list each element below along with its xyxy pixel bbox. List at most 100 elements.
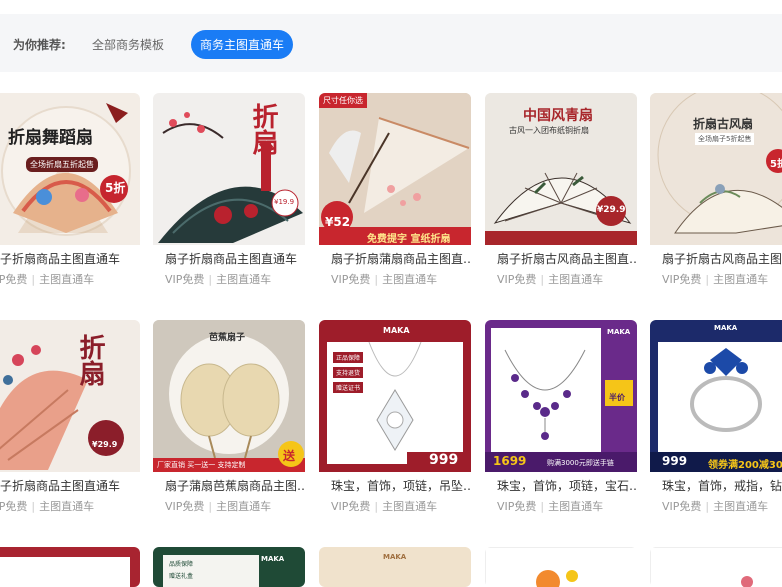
character-illustration <box>536 570 578 587</box>
channel-label: 主图直通车 <box>216 273 272 286</box>
thumb-heading: 折扇古风扇 <box>693 117 754 131</box>
brand-logo: MAKA <box>383 326 410 335</box>
template-card[interactable] <box>650 547 782 587</box>
template-thumbnail: 折扇古风扇 全场扇子5折起售 5折 <box>650 93 782 245</box>
brand-logo: MAKA <box>714 324 738 332</box>
channel-label: 主图直通车 <box>713 500 769 513</box>
thumb-price-badge: 1699 <box>493 454 527 468</box>
thumb-price-badge: ¥29.9 <box>92 440 118 449</box>
thumb-label: 品质保障 <box>169 561 194 568</box>
template-card[interactable]: 芭蕉扇子 厂家直销 买一送一 支持定制 送 扇子蒲扇芭蕉扇商品主图直通车 VIP… <box>153 320 305 516</box>
thumb-heading: 折扇 <box>248 103 278 155</box>
vip-label: VIP免费 <box>497 500 537 513</box>
template-title: 珠宝，首饰，项链，宝石主图 <box>497 479 637 493</box>
channel-label: 主图直通车 <box>548 500 604 513</box>
thumb-promo: 领券满200减30 <box>708 460 782 471</box>
template-thumbnail: MAKA 999 领券满200减30 <box>650 320 782 472</box>
template-card[interactable]: 折扇古风扇 全场扇子5折起售 5折 扇子折扇古风商品主图直通车 VIP免费|主图… <box>650 93 782 289</box>
template-thumbnail: 品质保障 赠送礼盒 MAKA <box>153 547 305 587</box>
vip-label: VIP免费 <box>331 273 371 286</box>
template-card[interactable]: 中国风青扇 古风一入团布纸铜折扇 ¥29.9 扇子折扇古风商品主图直通车 VIP… <box>485 93 637 289</box>
vip-label: VIP免费 <box>0 273 28 286</box>
template-title: 扇子折扇商品主图直通车 <box>165 252 298 266</box>
template-card[interactable] <box>485 547 637 587</box>
fan-illustration <box>0 320 140 472</box>
template-meta: VIP免费|主图直通车 <box>331 500 438 513</box>
template-thumbnail: MAKA <box>319 547 471 587</box>
template-title: 扇子折扇古风商品主图直通车 <box>662 252 782 266</box>
template-thumbnail: MAKA 半价 1699 购满3000元即送手链 <box>485 320 637 472</box>
template-thumbnail: 折扇 ¥29.9 <box>0 320 140 472</box>
thumb-label: 赠送礼盒 <box>169 573 194 580</box>
brand-logo: MAKA <box>261 555 285 563</box>
template-thumbnail: MAKA 正品保障 支持退货 赠送证书 999 <box>319 320 471 472</box>
thumb-price-badge: 5折 <box>105 181 126 195</box>
template-card[interactable]: MAKA <box>319 547 471 587</box>
thumb-panel <box>0 557 130 587</box>
top-strip <box>0 0 782 12</box>
template-title: 扇子折扇古风商品主图直通车 <box>497 252 637 266</box>
template-meta: VIP免费|主图直通车 <box>331 273 438 286</box>
filter-option-main-image[interactable]: 商务主图直通车 <box>191 30 294 59</box>
template-meta: VIP免费|主图直通车 <box>165 273 272 286</box>
thumb-side-badge: 半价 <box>609 393 625 402</box>
channel-label: 主图直通车 <box>216 500 272 513</box>
thumb-label: 赠送证书 <box>333 382 364 393</box>
template-card[interactable]: 品质保障 赠送礼盒 MAKA <box>153 547 305 587</box>
template-card[interactable]: 折扇舞蹈扇 全场折扇五折起售 5折 扇子折扇商品主图直通车 VIP免费|主图直通… <box>0 93 140 289</box>
filter-label: 为你推荐: <box>13 38 66 52</box>
fan-illustration <box>153 93 305 245</box>
template-title: 珠宝，首饰，戒指，钻石主图 <box>662 479 782 493</box>
thumb-price-badge: ¥29.9 <box>597 205 626 215</box>
template-meta: VIP免费|主图直通车 <box>0 498 94 514</box>
channel-label: 主图直通车 <box>548 273 604 286</box>
template-thumbnail <box>485 547 637 587</box>
template-thumbnail <box>650 547 782 587</box>
decor-illustration <box>741 576 753 587</box>
template-card[interactable]: 尺寸任你选 免费提字 宣纸折扇 ¥52 扇子折扇蒲扇商品主图直通车 VIP免费|… <box>319 93 471 289</box>
thumb-price-badge: 999 <box>429 452 459 468</box>
thumb-price-badge: 999 <box>662 454 688 468</box>
template-card[interactable]: MAKA 999 领券满200减30 珠宝，首饰，戒指，钻石主图 VIP免费|主… <box>650 320 782 516</box>
thumb-price-badge: 5折 <box>770 159 782 170</box>
vip-label: VIP免费 <box>662 500 702 513</box>
thumb-subheading: 古风一入团布纸铜折扇 <box>509 126 589 135</box>
template-meta: VIP免费|主图直通车 <box>662 273 769 286</box>
channel-label: 主图直通车 <box>39 500 95 513</box>
vip-label: VIP免费 <box>165 500 205 513</box>
template-thumbnail: 中国风青扇 古风一入团布纸铜折扇 ¥29.9 <box>485 93 637 245</box>
thumb-banner: 厂家直销 买一送一 支持定制 <box>157 461 246 469</box>
template-card[interactable]: MAKA 正品保障 支持退货 赠送证书 999 珠宝，首饰，项链，吊坠主图 VI… <box>319 320 471 516</box>
jewelry-illustration <box>327 341 467 470</box>
template-meta: VIP免费|主图直通车 <box>165 500 272 513</box>
thumb-label: 支持退货 <box>333 367 364 378</box>
template-title: 扇子蒲扇芭蕉扇商品主图直通车 <box>165 479 305 493</box>
thumb-heading: 免费提字 宣纸折扇 <box>367 234 451 245</box>
thumb-subheading: 全场折扇五折起售 <box>26 157 98 172</box>
filter-option-all-business[interactable]: 全部商务模板 <box>92 36 164 53</box>
brand-logo: MAKA <box>607 328 631 336</box>
thumb-promo: 购满3000元即送手链 <box>547 459 614 467</box>
template-title: 扇子折扇蒲扇商品主图直通车 <box>331 252 471 266</box>
thumb-heading: 中国风青扇 <box>523 108 593 124</box>
template-meta: VIP免费|主图直通车 <box>497 273 604 286</box>
thumb-subheading: 全场扇子5折起售 <box>695 133 755 145</box>
template-thumbnail <box>0 547 140 587</box>
template-title: 扇子折扇商品主图直通车 <box>0 252 121 266</box>
thumb-heading: 折扇舞蹈扇 <box>8 128 93 148</box>
template-title: 扇子折扇商品主图直通车 <box>0 479 121 493</box>
thumb-price-badge: ¥52 <box>325 215 351 229</box>
thumb-heading: 折扇 <box>75 334 105 386</box>
vip-label: VIP免费 <box>331 500 371 513</box>
template-thumbnail: 尺寸任你选 免费提字 宣纸折扇 ¥52 <box>319 93 471 245</box>
template-card[interactable]: 折扇 ¥19.9 扇子折扇商品主图直通车 VIP免费 | 主图直通车 <box>153 93 305 289</box>
template-meta: VIP免费|主图直通车 <box>662 500 769 513</box>
template-card[interactable] <box>0 547 140 587</box>
vip-label: VIP免费 <box>497 273 537 286</box>
template-card[interactable]: 折扇 ¥29.9 扇子折扇商品主图直通车 VIP免费|主图直通车 <box>0 320 140 516</box>
template-thumbnail: 折扇舞蹈扇 全场折扇五折起售 5折 <box>0 93 140 245</box>
thumb-price-badge: ¥19.9 <box>274 198 295 206</box>
channel-label: 主图直通车 <box>382 500 438 513</box>
vip-label: VIP免费 <box>165 273 205 286</box>
template-card[interactable]: MAKA 半价 1699 购满3000元即送手链 珠宝，首饰，项链，宝石主图 V… <box>485 320 637 516</box>
